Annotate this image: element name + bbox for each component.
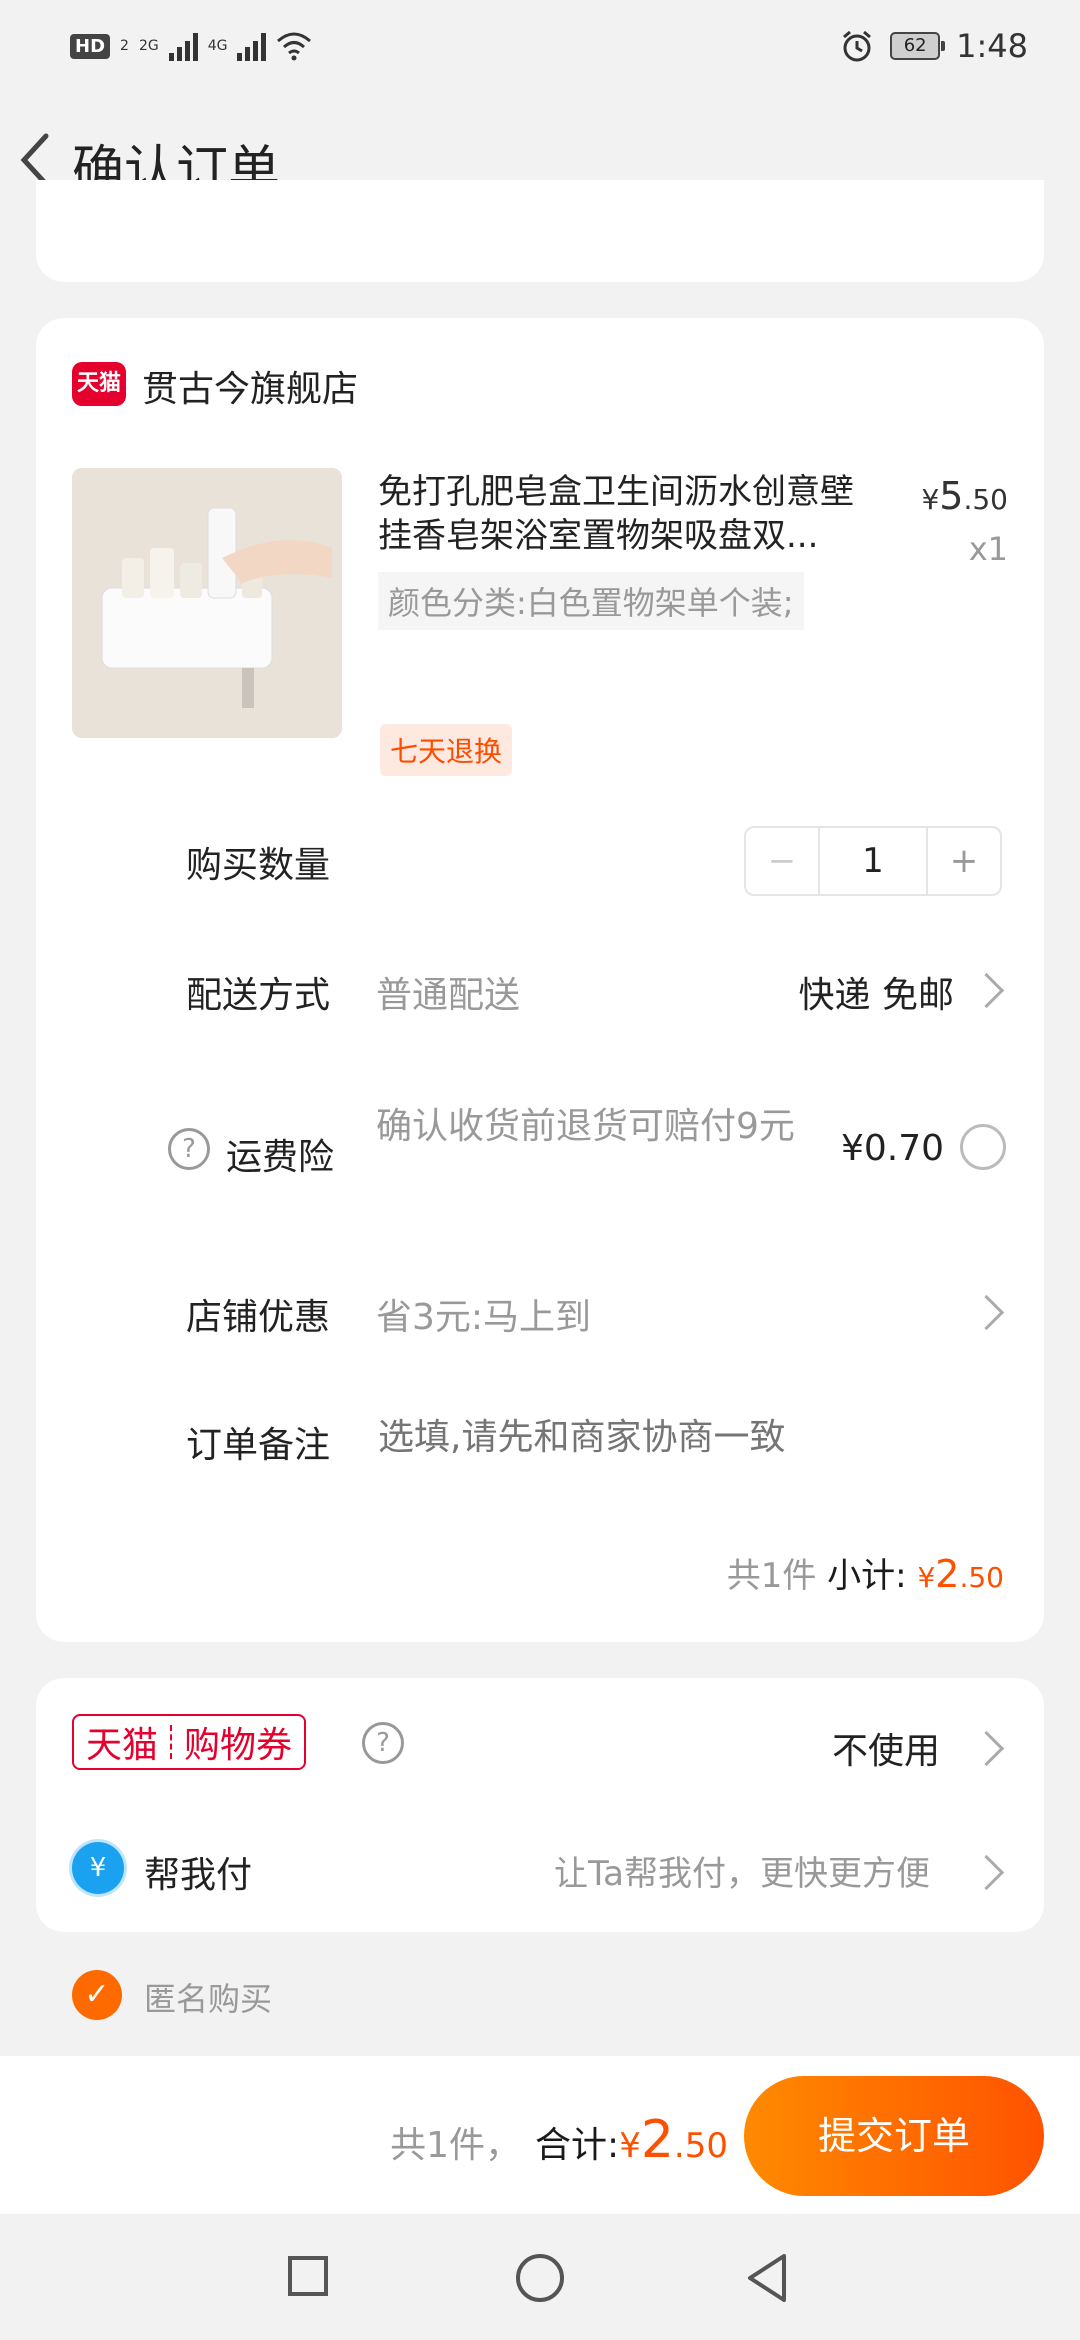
home-button[interactable] (516, 2254, 564, 2302)
previous-card-bottom (36, 180, 1044, 282)
note-label: 订单备注 (186, 1425, 331, 1466)
signal-icon (168, 31, 198, 61)
product-price: ¥5.50 (921, 474, 1008, 518)
recents-button[interactable] (288, 2256, 328, 2296)
insurance-price: ¥0.70 (840, 1128, 944, 1169)
tmall-logo: 天猫 (72, 362, 126, 406)
quantity-stepper: − 1 + (744, 826, 1002, 896)
coupon-left: 天猫 (86, 1725, 159, 1766)
quantity-value[interactable]: 1 (820, 828, 926, 894)
subtotal-dec: .50 (959, 1561, 1004, 1594)
subtotal-label: 小计: (827, 1556, 907, 1596)
product-title[interactable]: 免打孔肥皂盒卫生间沥水创意壁挂香皂架浴室置物架吸盘双... (378, 470, 878, 558)
help-icon[interactable]: ? (168, 1128, 210, 1170)
product-image[interactable] (72, 468, 342, 738)
status-left: HD 2 2G 4G (70, 24, 312, 68)
sim2-label: 4G (207, 38, 228, 54)
tmall-coupon-logo: 天猫 购物券 (72, 1714, 307, 1770)
quantity-minus-button[interactable]: − (746, 828, 820, 894)
subtotal-count: 共1件 (726, 1556, 817, 1596)
coupon-right: 购物券 (184, 1725, 293, 1766)
clock: 1:48 (956, 27, 1028, 65)
subtotal-int: 2 (935, 1552, 960, 1596)
quantity-label: 购买数量 (186, 845, 331, 886)
note-input[interactable] (376, 1408, 1000, 1466)
alarm-icon (843, 30, 872, 62)
return-badge: 七天退换 (380, 724, 513, 776)
insurance-radio[interactable] (960, 1124, 1006, 1170)
price-symbol: ¥ (921, 483, 940, 516)
hd-badge: HD (70, 33, 111, 59)
insurance-label: 运费险 (226, 1137, 335, 1178)
total-dec: .50 (673, 2126, 728, 2166)
total-count: 共1件， (390, 2125, 522, 2166)
coupon-value: 不使用 (831, 1731, 940, 1772)
insurance-desc: 确认收货前退货可赔付9元 (376, 1106, 795, 1147)
delivery-label: 配送方式 (186, 975, 331, 1016)
submit-order-button[interactable]: 提交订单 (744, 2076, 1044, 2196)
wifi-icon (277, 32, 312, 61)
hd-sub: 2 (120, 38, 129, 54)
total-summary: 共1件， 合计: ¥2.50 (390, 2110, 728, 2170)
total-int: 2 (640, 2110, 674, 2170)
discount-value: 省3元:马上到 (376, 1297, 592, 1338)
soap-rack-image (72, 468, 342, 738)
subtotal: 共1件 小计: ¥2.50 (727, 1548, 1004, 1597)
discount-label: 店铺优惠 (186, 1297, 331, 1338)
delivery-value: 普通配送 (376, 975, 521, 1016)
total-label: 合计: (535, 2125, 620, 2166)
delivery-right: 快递 免邮 (798, 975, 954, 1016)
quantity-plus-button[interactable]: + (926, 828, 1000, 894)
product-sku[interactable]: 颜色分类:白色置物架单个装; (378, 572, 804, 630)
price-int: 5 (939, 474, 964, 518)
price-dec: .50 (963, 483, 1008, 516)
back-nav-button[interactable] (744, 2250, 790, 2306)
help-pay-label: 帮我付 (144, 1855, 253, 1896)
help-icon[interactable]: ? (362, 1722, 404, 1764)
product-qty: x1 (968, 530, 1008, 568)
subtotal-symbol: ¥ (917, 1561, 936, 1594)
status-right: 62 1:48 (840, 22, 1028, 70)
store-name[interactable]: 贯古今旗舰店 (142, 360, 358, 412)
yuan-icon: ¥ (72, 1842, 124, 1894)
anonymous-label: 匿名购买 (144, 1980, 273, 2018)
sim1-label: 2G (138, 38, 159, 54)
help-pay-desc: 让Ta帮我付，更快更方便 (554, 1854, 930, 1894)
battery-icon: 62 (890, 32, 946, 60)
anonymous-checkbox[interactable]: ✓ (72, 1970, 122, 2020)
signal-icon-2 (237, 31, 267, 61)
total-symbol: ¥ (619, 2126, 641, 2166)
